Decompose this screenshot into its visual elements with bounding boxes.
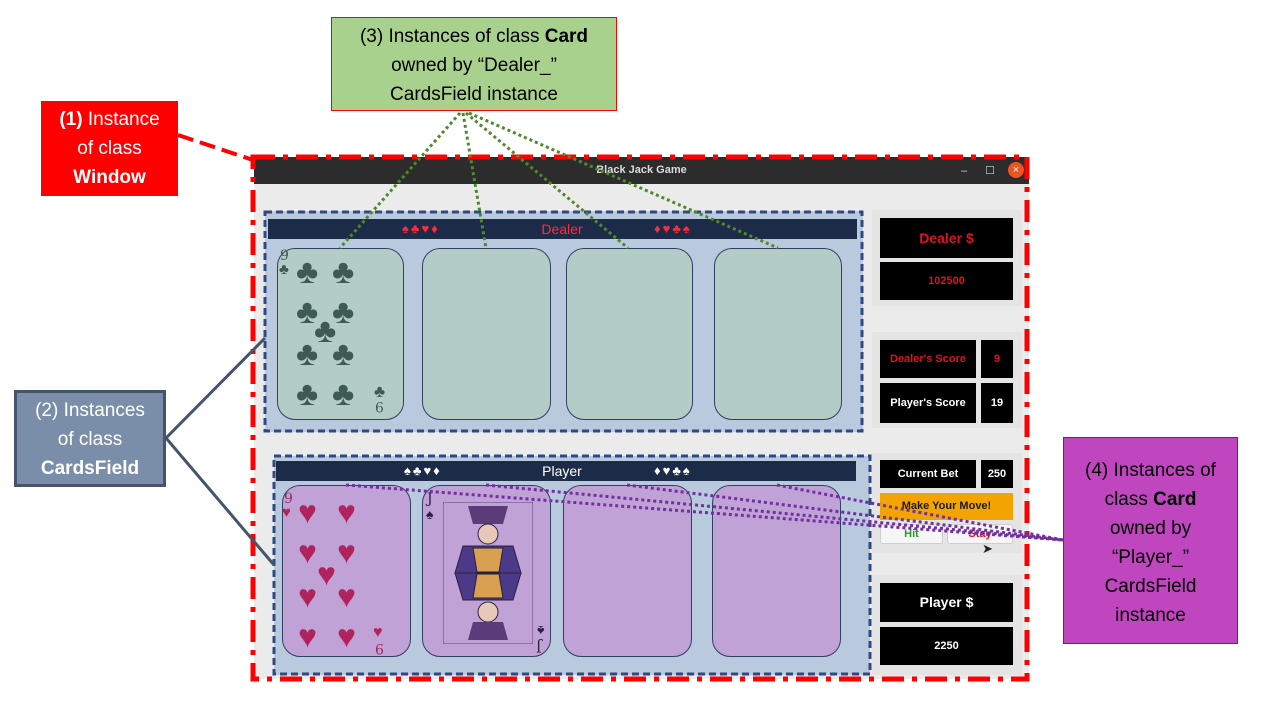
c3-text1: (3) Instances of class [359, 26, 540, 47]
c4-bold: Card [1153, 489, 1197, 510]
c1-text1: Instance [87, 109, 160, 130]
c4-text2: class [1104, 489, 1148, 510]
c1-num: (1) [59, 109, 83, 130]
callout-dealer-cards: (3) Instances of class Card owned by “De… [331, 17, 617, 111]
c4-text3: owned by [1109, 518, 1192, 539]
c3-text3: CardsField instance [390, 84, 558, 105]
c2-text3: CardsField [40, 458, 140, 479]
c4-text6: instance [1115, 605, 1186, 626]
c2-text2: of class [57, 429, 123, 450]
callout-window: (1) Instance of class Window [41, 101, 178, 196]
c3-bold: Card [544, 26, 589, 47]
c4-text5: CardsField [1104, 576, 1197, 597]
callout-player-cards: (4) Instances of class Card owned by “Pl… [1063, 437, 1238, 644]
c1-text2: of class [77, 138, 142, 159]
c3-text2: owned by “Dealer_” [391, 55, 557, 76]
callout-cardsfield: (2) Instances of class CardsField [14, 390, 166, 487]
c2-text1: (2) Instances [35, 400, 145, 421]
c4-text1: (4) Instances of [1085, 460, 1216, 481]
c1-text3: Window [73, 167, 146, 188]
c4-text4: “Player_” [1111, 547, 1190, 568]
